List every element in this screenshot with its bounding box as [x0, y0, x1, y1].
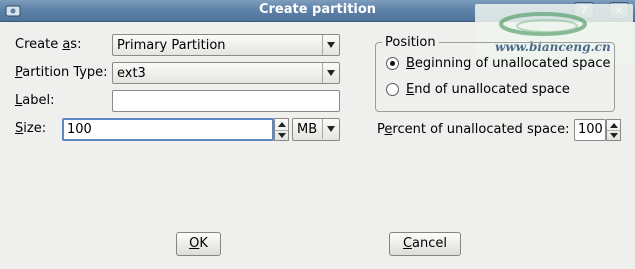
close-icon: ×	[614, 4, 624, 17]
position-legend: Position	[385, 35, 436, 50]
size-unit-dropdown[interactable]: MB	[292, 118, 340, 141]
create-as-value: Primary Partition	[117, 38, 226, 53]
partition-type-value: ext3	[117, 66, 146, 81]
radio-beginning-label[interactable]: Beginning of unallocated space	[406, 56, 611, 71]
decrement-arrow-icon[interactable]	[275, 129, 288, 141]
radio-end[interactable]	[386, 83, 399, 96]
create-partition-dialog: Create partition ? × www.bianceng.cn Cre…	[0, 0, 635, 269]
percent-value: 100	[578, 122, 603, 137]
decrement-arrow-icon[interactable]	[607, 130, 620, 140]
close-button[interactable]: ×	[609, 2, 629, 19]
percent-input[interactable]: 100	[574, 119, 606, 141]
cancel-button[interactable]: Cancel	[389, 232, 461, 256]
label-field-label: Label:	[15, 93, 55, 108]
chevron-down-icon	[322, 63, 339, 83]
size-label: Size:	[15, 121, 47, 136]
position-group: Position	[375, 35, 615, 112]
title-bar[interactable]: Create partition ? ×	[0, 0, 635, 22]
ok-button[interactable]: OK	[176, 232, 221, 256]
percent-label: Percent of unallocated space:	[377, 122, 570, 137]
increment-arrow-icon[interactable]	[607, 120, 620, 130]
size-unit-value: MB	[297, 122, 318, 137]
chevron-down-icon	[322, 119, 339, 139]
window-title: Create partition	[258, 2, 377, 17]
size-value: 100	[67, 122, 92, 137]
size-input[interactable]: 100	[62, 118, 274, 141]
help-icon: ?	[580, 4, 588, 17]
help-button[interactable]: ?	[574, 2, 594, 19]
create-as-label: Create as:	[15, 37, 82, 52]
increment-arrow-icon[interactable]	[275, 119, 288, 130]
partition-type-dropdown[interactable]: ext3	[112, 62, 340, 84]
label-input[interactable]	[112, 90, 340, 112]
partition-type-label: Partition Type:	[15, 65, 108, 80]
radio-beginning[interactable]	[386, 57, 399, 70]
size-spinner[interactable]	[274, 118, 289, 141]
chevron-down-icon	[322, 35, 339, 55]
percent-spinner[interactable]	[606, 119, 621, 141]
radio-end-label[interactable]: End of unallocated space	[406, 82, 570, 97]
create-as-dropdown[interactable]: Primary Partition	[112, 34, 340, 56]
